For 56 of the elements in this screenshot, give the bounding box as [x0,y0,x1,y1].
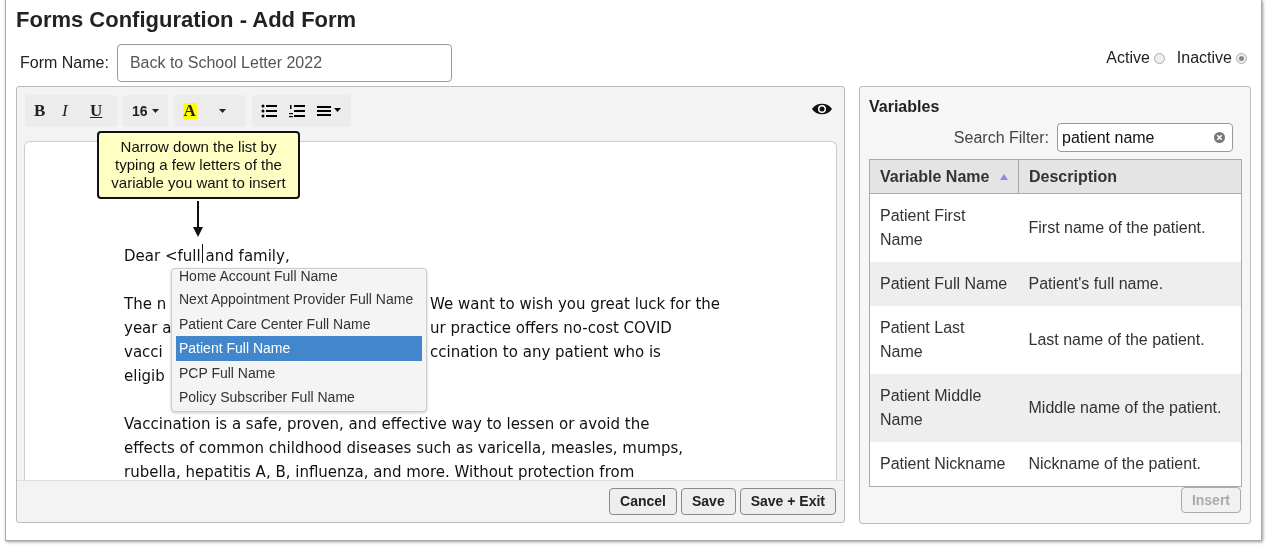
editor-text: Vaccination is a safe, proven, and effective way to lessen or avoid the [124,413,651,435]
editor-text: and family, [205,245,290,267]
editor-text: vacci [124,342,163,361]
panel-title: Variables [869,97,941,117]
form-name-field[interactable]: Back to School Letter 2022 [116,44,452,82]
menu-item[interactable]: PCP Full Name [176,360,422,386]
save-exit-button[interactable]: Save + Exit [739,488,836,516]
table-cell: Patient First Name [869,193,1019,262]
page-title: Forms Configuration - Add Form [16,6,358,34]
table-cell: Middle name of the patient. [1018,374,1242,442]
table-cell: Patient Nickname [869,442,1019,487]
column-header[interactable]: Variable Name [869,159,1019,194]
numbered-list-icon [288,104,305,118]
editor-text: rubella, hepatitis A, B, influenza, and more. Without protection from [124,461,636,481]
editor-text: ccination to any patient who is [430,341,661,363]
radio-label: Inactive [1176,48,1232,68]
table-cell: Patient's full name. [1018,262,1242,306]
editor-text: Dear <full [124,245,201,267]
arrow [193,201,203,237]
clear-icon[interactable] [1214,132,1225,144]
table-cell: First name of the patient. [1018,193,1242,262]
menu-item[interactable]: Next Appointment Provider Full Name [176,287,422,312]
table-cell: Last name of the patient. [1018,306,1242,374]
editor-text: ur practice offers no-cost COVID [430,317,672,339]
editor-text: effects of common childhood diseases such as varicella, measles, mumps, [124,437,685,459]
align-icon [316,105,342,117]
bold-button[interactable]: B [31,97,55,125]
cancel-button[interactable]: Cancel [609,488,677,516]
field-label: Search Filter: [953,127,1049,148]
editor-text: The n [124,294,167,313]
caret-icon [218,109,226,113]
editor-text: year a [124,318,172,337]
search-field[interactable]: patient name [1057,123,1233,153]
save-button[interactable]: Save [680,488,736,516]
column-header[interactable]: Description [1018,159,1242,194]
bulleted-list-icon [260,104,277,118]
field-label: Form Name: [20,53,109,73]
table-cell: Patient Full Name [869,262,1019,306]
radio-label: Active [1106,48,1150,68]
table-cell: Nickname of the patient. [1018,442,1242,487]
menu-item[interactable]: Patient Care Center Full Name [176,311,422,337]
radio-button[interactable] [1236,52,1247,64]
radio-button[interactable] [1153,52,1165,64]
text-cursor [201,243,203,263]
menu-item[interactable]: Policy Subscriber Full Name [176,385,422,410]
menu-item[interactable]: Patient Full Name [176,336,422,361]
table-cell: Patient Middle Name [869,374,1019,442]
underline-button[interactable]: U [87,97,111,125]
table-cell: Patient Last Name [869,306,1019,374]
caret-icon [151,109,159,113]
editor-text: eligib [124,366,165,385]
menu-item[interactable]: Home Account Full Name [176,269,422,287]
editor-text: We want to wish you great luck for the [430,293,721,315]
eye-icon [811,102,833,116]
callout-note: Narrow down the list by typing a few letters of the variable you want to insert [97,131,300,199]
italic-button[interactable]: I [59,97,83,125]
